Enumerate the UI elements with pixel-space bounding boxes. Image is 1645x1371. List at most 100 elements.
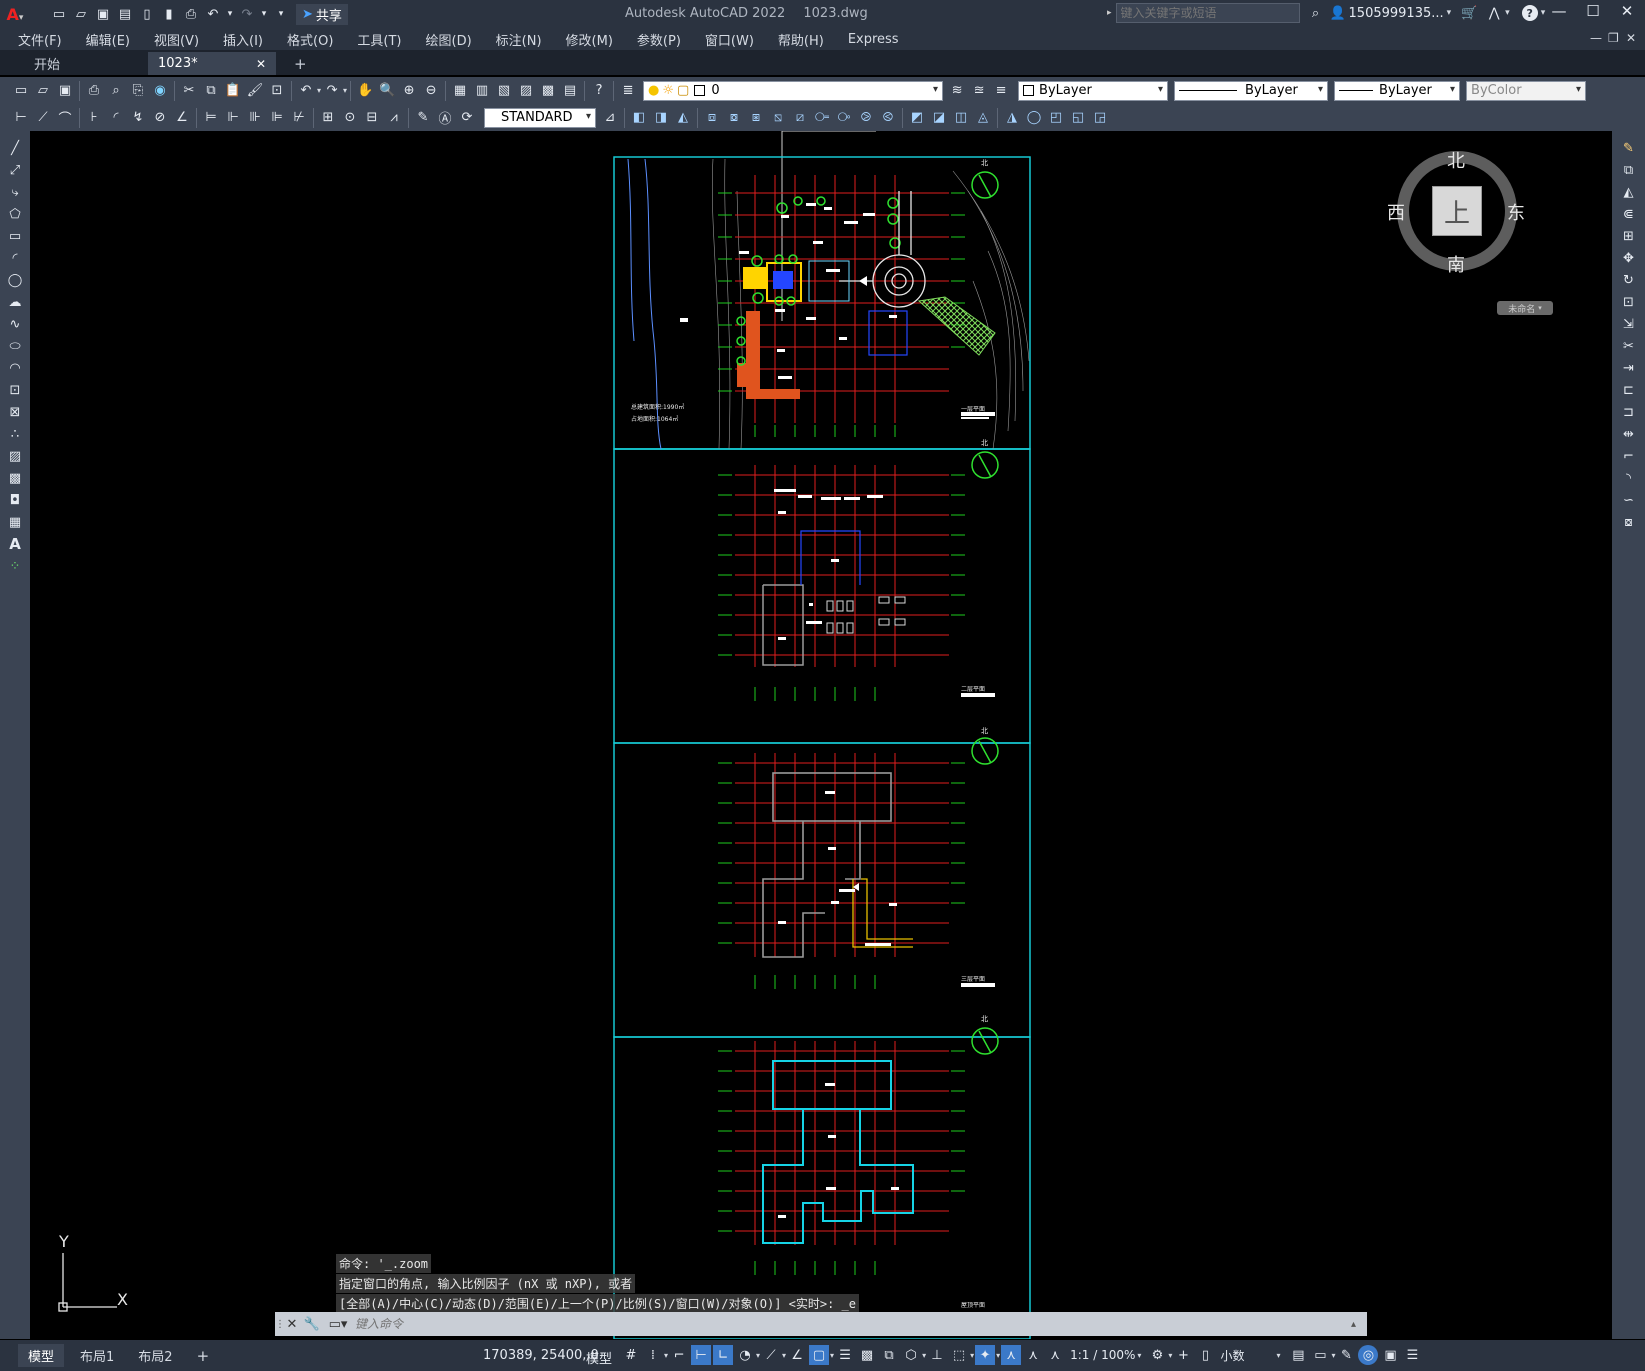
command-scroll-icon[interactable]: ▴	[1351, 1319, 1367, 1330]
menu-parameter[interactable]: 参数(P)	[625, 30, 693, 49]
layer-properties-icon[interactable]: ≣	[618, 81, 638, 101]
grid-icon[interactable]: #	[621, 1345, 641, 1365]
copy-icon[interactable]: ⧉	[201, 81, 221, 101]
insert-block-icon[interactable]: ⊡	[5, 380, 25, 400]
object-snap-dropdown-icon[interactable]: ▾	[830, 1351, 834, 1360]
isodraft-dropdown-icon[interactable]: ▾	[782, 1351, 786, 1360]
3d-object-snap-icon[interactable]: ⬡	[901, 1345, 921, 1365]
dim-break-icon[interactable]: ⊬	[289, 108, 309, 128]
redo-dropdown-icon[interactable]: ▾	[259, 4, 269, 24]
menu-dimension[interactable]: 标注(N)	[484, 30, 554, 49]
multiline-text-icon[interactable]: A	[5, 534, 25, 554]
linetype-dropdown[interactable]: ByLayer ▾	[1174, 80, 1329, 101]
dim-text-edit-icon[interactable]: Ⓐ	[435, 108, 455, 128]
make-current-layer-icon[interactable]: ≋	[947, 81, 967, 101]
share-button[interactable]: ➤ 共享	[296, 3, 348, 25]
layer-freeze-icon[interactable]: ☼	[662, 83, 674, 98]
dim-diameter-icon[interactable]: ⊘	[150, 108, 170, 128]
publish-3d-icon[interactable]: ◉	[150, 81, 170, 101]
calculator-icon[interactable]: ▤	[560, 81, 580, 101]
rotate-icon[interactable]: ↻	[1619, 270, 1639, 290]
gizmo-dropdown-icon[interactable]: ▾	[996, 1351, 1000, 1360]
dim-aligned-icon[interactable]: ⟋	[33, 108, 53, 128]
selection-filter-icon[interactable]: ⬚	[949, 1345, 969, 1365]
selection-cycling-icon[interactable]: ⧉	[879, 1345, 899, 1365]
menu-draw[interactable]: 绘图(D)	[414, 30, 484, 49]
properties-icon[interactable]: ▦	[450, 81, 470, 101]
stretch-icon[interactable]: ⇲	[1619, 314, 1639, 334]
union-icon[interactable]: ⧃	[812, 108, 832, 128]
scale-icon[interactable]: ⊡	[1619, 292, 1639, 312]
color-dropdown[interactable]: ByLayer ▾	[1018, 80, 1169, 101]
ellipse-icon[interactable]: ⬭	[5, 336, 25, 356]
object-snap-tracking-icon[interactable]: ∠	[787, 1345, 807, 1365]
viewcube-west[interactable]: 西	[1387, 199, 1405, 225]
join-icon[interactable]: ⇹	[1619, 424, 1639, 444]
viewcube-east[interactable]: 东	[1507, 199, 1525, 225]
presspull-icon[interactable]: ⧇	[724, 108, 744, 128]
a360-dropdown-icon[interactable]: ▾	[1505, 8, 1510, 18]
customize-qat-icon[interactable]: ▾	[271, 4, 291, 24]
selection-filter-dropdown-icon[interactable]: ▾	[970, 1351, 974, 1360]
isodraft-icon[interactable]: ⟋	[761, 1345, 781, 1365]
wedge-icon[interactable]: ◨	[651, 108, 671, 128]
slice-icon[interactable]: ◩	[907, 108, 927, 128]
cut-icon[interactable]: ✂	[179, 81, 199, 101]
paste-icon[interactable]: 📋	[223, 81, 243, 101]
dim-arc-icon[interactable]: ⌒	[55, 108, 75, 128]
menu-express[interactable]: Express	[836, 32, 911, 47]
model-space-canvas[interactable]: 北 总建筑面积:1990㎡ 占地面积:1064㎡ 一层平面 北 二层平面 北 三…	[33, 131, 1609, 1339]
make-block-icon[interactable]: ⊠	[5, 402, 25, 422]
mirror-3d-icon[interactable]: ◱	[1068, 108, 1088, 128]
pan-icon[interactable]: ✋	[355, 81, 375, 101]
move-3d-icon[interactable]: ◮	[1002, 108, 1022, 128]
workspace-dropdown-icon[interactable]: ▾	[1168, 1351, 1172, 1360]
dim-ordinate-icon[interactable]: ⊦	[84, 108, 104, 128]
tab-1023[interactable]: 1023* ✕	[148, 52, 276, 75]
region-icon[interactable]: ◘	[5, 490, 25, 510]
units-value[interactable]: 小数	[1220, 1347, 1276, 1364]
redo-toolbar-dropdown-icon[interactable]: ▾	[343, 86, 347, 95]
fillet-icon[interactable]: ◝	[1619, 468, 1639, 488]
polygon-icon[interactable]: ⬠	[5, 204, 25, 224]
viewcube-south[interactable]: 南	[1447, 251, 1465, 277]
help-toolbar-icon[interactable]: ?	[589, 81, 609, 101]
offset-icon[interactable]: ⋐	[1619, 204, 1639, 224]
tab-model[interactable]: 模型	[18, 1344, 65, 1367]
rotate-3d-icon[interactable]: ◯	[1024, 108, 1044, 128]
polysolid-icon[interactable]: ⧀	[878, 108, 898, 128]
dim-style-icon[interactable]: ⊿	[600, 108, 620, 128]
lineweight-dropdown[interactable]: ByLayer ▾	[1334, 80, 1461, 101]
layer-state-icon[interactable]: ≡	[991, 81, 1011, 101]
cart-icon[interactable]: 🛒	[1459, 3, 1479, 23]
annotation-monitor-icon[interactable]: +	[1173, 1345, 1193, 1365]
subtract-icon[interactable]: ⧂	[834, 108, 854, 128]
hatch-icon[interactable]: ▨	[5, 446, 25, 466]
maximize-icon[interactable]: ☐	[1576, 2, 1610, 20]
dim-angular-icon[interactable]: ∠	[172, 108, 192, 128]
tool-palettes-icon[interactable]: ▧	[494, 81, 514, 101]
menu-window[interactable]: 窗口(W)	[693, 30, 766, 49]
publish-icon[interactable]: ⎘	[128, 81, 148, 101]
save-web-icon[interactable]: ▮	[159, 4, 179, 24]
undo-toolbar-icon[interactable]: ↶	[296, 81, 316, 101]
coordinates-readout[interactable]: 170389, 25400, 0	[483, 1348, 599, 1363]
blend-curves-icon[interactable]: ∽	[1619, 490, 1639, 510]
menu-tools[interactable]: 工具(T)	[345, 30, 413, 49]
menu-format[interactable]: 格式(O)	[275, 30, 345, 49]
annotation-scale-icon[interactable]: ⋏	[1045, 1345, 1065, 1365]
markup-icon[interactable]: ▩	[538, 81, 558, 101]
menu-modify[interactable]: 修改(M)	[554, 30, 625, 49]
add-selected-icon[interactable]: ⁘	[5, 556, 25, 576]
rectangle-icon[interactable]: ▭	[5, 226, 25, 246]
layer-lock-icon[interactable]: ▢	[677, 83, 689, 98]
sheet-set-icon[interactable]: ▨	[516, 81, 536, 101]
new-file-icon[interactable]: ▭	[49, 4, 69, 24]
tab-layout1[interactable]: 布局1	[70, 1344, 124, 1367]
autocad-logo-icon[interactable]: A▾	[0, 5, 30, 24]
user-name[interactable]: 1505999135...	[1349, 6, 1444, 21]
drawing-svg[interactable]: 北 总建筑面积:1990㎡ 占地面积:1064㎡ 一层平面 北 二层平面 北 三…	[33, 131, 1609, 1339]
inspection-icon[interactable]: ⊟	[362, 108, 382, 128]
undo-toolbar-dropdown-icon[interactable]: ▾	[317, 86, 321, 95]
tab-close-icon[interactable]: ✕	[256, 57, 266, 71]
